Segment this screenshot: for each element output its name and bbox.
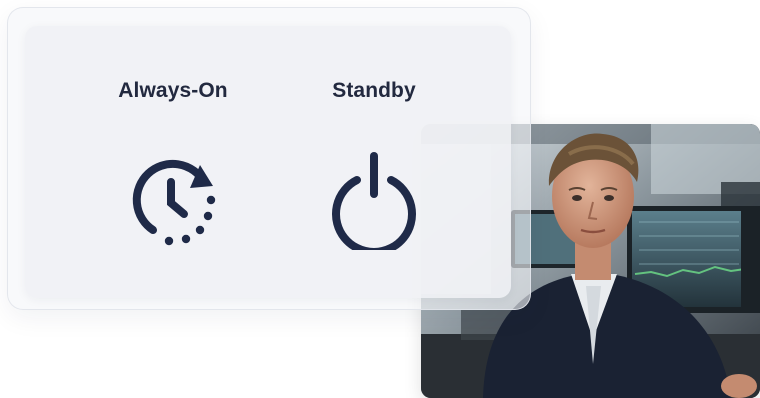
power-icon — [332, 152, 416, 250]
always-on-label: Always-On — [118, 79, 228, 102]
stage: Always-On Standby — [0, 0, 760, 398]
clock-refresh-icon — [132, 159, 216, 246]
always-on-option[interactable]: Always-On — [83, 26, 263, 298]
standby-option[interactable]: Standby — [284, 26, 464, 298]
standby-label: Standby — [332, 79, 416, 102]
mode-card: Always-On Standby — [25, 26, 511, 298]
